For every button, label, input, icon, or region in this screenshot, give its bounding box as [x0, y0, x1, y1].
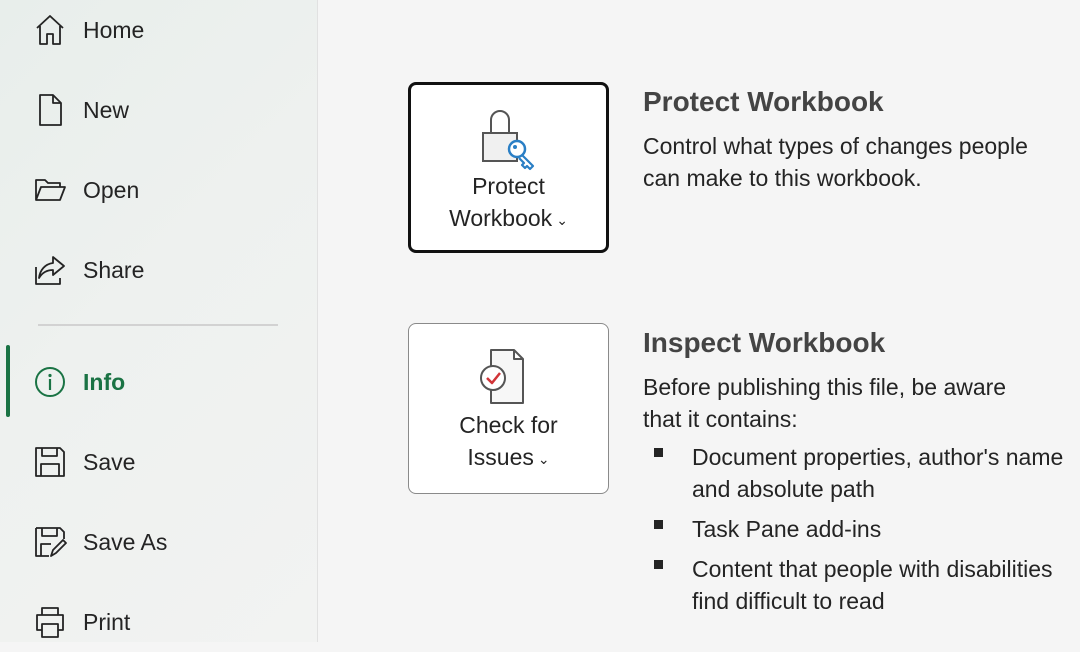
sidebar-item-label: Print [83, 608, 131, 635]
sidebar-item-save[interactable]: Save [0, 432, 317, 492]
check-button-label-line2: Issues ⌄ [409, 441, 608, 475]
chevron-down-icon: ⌄ [556, 211, 568, 228]
sidebar-item-save-as[interactable]: Save As [0, 512, 317, 572]
protect-button-label-text: Workbook [449, 205, 553, 231]
sidebar-item-info[interactable]: Info [0, 352, 317, 412]
protect-workbook-button[interactable]: Protect Workbook ⌄ [408, 82, 609, 253]
sidebar-item-open[interactable]: Open [0, 160, 317, 220]
check-button-label-text: Issues [467, 444, 534, 470]
sidebar-item-label: Home [83, 16, 145, 43]
share-icon [32, 252, 68, 288]
sidebar-item-label: Info [83, 368, 126, 395]
sidebar-divider [38, 324, 278, 326]
sidebar-item-label: Save [83, 448, 136, 475]
bullet-icon [654, 560, 663, 569]
protect-button-label-line2: Workbook ⌄ [411, 202, 606, 236]
sidebar-item-label: Open [83, 176, 140, 203]
save-icon [32, 444, 68, 480]
sidebar-item-home[interactable]: Home [0, 0, 317, 60]
check-button-label-line1: Check for [459, 412, 558, 438]
bullet-icon [654, 448, 663, 457]
protect-button-label-line1: Protect [472, 173, 545, 199]
sidebar-item-label: Share [83, 256, 145, 283]
new-document-icon [32, 92, 68, 128]
protect-workbook-description: Control what types of changes people can… [643, 133, 1028, 191]
inspect-workbook-description: Before publishing this file, be aware th… [643, 374, 1007, 432]
document-check-icon [409, 348, 608, 412]
sidebar-item-print[interactable]: Print [0, 592, 317, 652]
home-icon [32, 12, 68, 48]
folder-open-icon [32, 172, 68, 208]
backstage-sidebar: Home New Open Share Info Save Save As Pr… [0, 0, 318, 642]
list-item-text: Content that people with disabilities fi… [692, 556, 1053, 614]
list-item-text: Task Pane add-ins [692, 516, 882, 542]
save-as-icon [32, 524, 68, 560]
sidebar-item-new[interactable]: New [0, 80, 317, 140]
list-item-text: Document properties, author's name and a… [692, 444, 1064, 502]
sidebar-item-share[interactable]: Share [0, 240, 317, 300]
protect-workbook-title: Protect Workbook [643, 86, 884, 117]
check-for-issues-button[interactable]: Check for Issues ⌄ [408, 323, 609, 494]
chevron-down-icon: ⌄ [537, 450, 550, 467]
bullet-icon [654, 520, 663, 529]
lock-key-icon [411, 107, 606, 171]
info-icon [32, 364, 68, 400]
print-icon [32, 604, 68, 640]
sidebar-item-label: New [83, 96, 130, 123]
inspect-workbook-title: Inspect Workbook [643, 327, 886, 358]
sidebar-item-label: Save As [83, 528, 168, 555]
